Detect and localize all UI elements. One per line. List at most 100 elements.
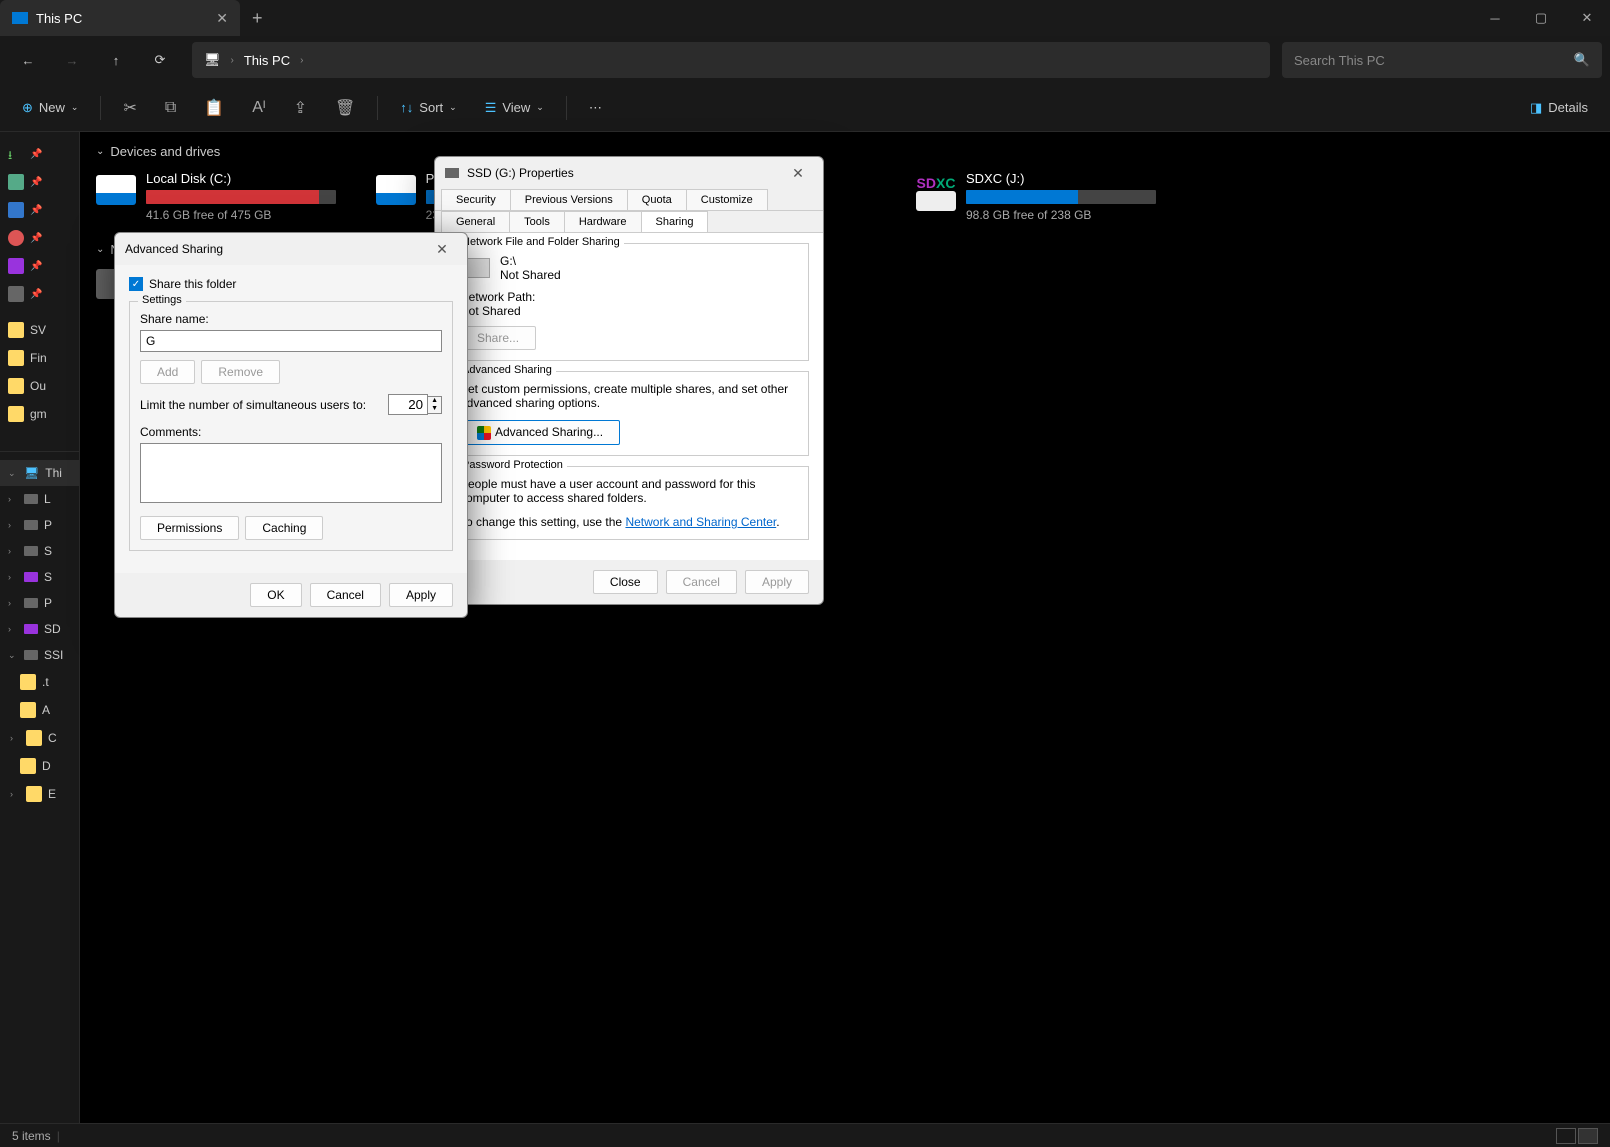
search-placeholder: Search This PC (1294, 53, 1385, 68)
sidebar-quick-item[interactable]: 📌 (0, 280, 79, 308)
sidebar-folder[interactable]: Ou (0, 372, 79, 400)
caching-button[interactable]: Caching (245, 516, 323, 540)
sidebar-drive[interactable]: ›P (0, 512, 79, 538)
sidebar-this-pc[interactable]: ⌄🖥Thi (0, 460, 79, 486)
sidebar-subfolder[interactable]: ›C (0, 724, 79, 752)
ok-button[interactable]: OK (250, 583, 301, 607)
tab-security[interactable]: Security (441, 189, 511, 210)
spinner-up[interactable]: ▲ (428, 397, 441, 405)
tab-sharing[interactable]: Sharing (641, 211, 709, 232)
sdxc-badge: SDXC (917, 175, 956, 191)
address-bar[interactable]: 🖥 › This PC › (192, 42, 1270, 78)
spinner-down[interactable]: ▼ (428, 405, 441, 413)
dialog-titlebar[interactable]: SSD (G:) Properties ✕ (435, 157, 823, 189)
close-dialog-button[interactable]: ✕ (783, 165, 813, 182)
sidebar-subfolder[interactable]: ›E (0, 780, 79, 808)
paste-button[interactable]: 📋 (194, 90, 234, 126)
add-button[interactable]: Add (140, 360, 195, 384)
sort-label: Sort (419, 100, 443, 115)
sidebar-drive[interactable]: ›L (0, 486, 79, 512)
limit-input[interactable] (388, 394, 428, 415)
cancel-button[interactable]: Cancel (666, 570, 737, 594)
advanced-sharing-fieldset: Advanced Sharing Set custom permissions,… (449, 371, 809, 456)
tiles-view-toggle[interactable] (1578, 1128, 1598, 1144)
sidebar-drive[interactable]: ›S (0, 538, 79, 564)
window-tab[interactable]: This PC ✕ (0, 0, 240, 36)
sidebar-label: SD (44, 622, 61, 636)
back-button[interactable]: ← (8, 42, 48, 78)
sidebar-quick-download[interactable]: ⭳📌 (0, 140, 79, 168)
sidebar-subfolder[interactable]: .t (0, 668, 79, 696)
sidebar-label: S (44, 544, 52, 558)
permissions-button[interactable]: Permissions (140, 516, 239, 540)
separator (566, 96, 567, 120)
user-limit-spinner[interactable]: ▲ ▼ (388, 394, 442, 415)
sidebar-folder[interactable]: gm (0, 400, 79, 428)
navigation-sidebar: ⭳📌 📌 📌 📌 📌 📌 SV Fin Ou gm ⌄🖥Thi ›L ›P ›S… (0, 132, 80, 1123)
drive-item[interactable]: SDXC SDXC (J:) 98.8 GB free of 238 GB (916, 171, 1156, 222)
tab-previous-versions[interactable]: Previous Versions (510, 189, 628, 210)
network-sharing-center-link[interactable]: Network and Sharing Center (625, 515, 776, 529)
sidebar-quick-documents[interactable]: 📌 (0, 168, 79, 196)
close-tab-icon[interactable]: ✕ (216, 10, 228, 27)
videos-icon (8, 258, 24, 274)
details-button[interactable]: ◨ Details (1520, 90, 1598, 126)
apply-button[interactable]: Apply (389, 583, 453, 607)
new-button[interactable]: ⊕ New ⌄ (12, 90, 88, 126)
sidebar-label: L (44, 492, 51, 506)
share-button[interactable]: Share... (460, 326, 536, 350)
refresh-button[interactable]: ⟳ (140, 42, 180, 78)
forward-button[interactable]: → (52, 42, 92, 78)
copy-button[interactable]: ⧉ (155, 90, 186, 126)
cut-icon: ✂ (123, 98, 136, 118)
chevron-right-icon: › (8, 598, 18, 608)
share-folder-checkbox[interactable]: ✓ Share this folder (129, 277, 453, 291)
folder-icon (8, 406, 24, 422)
delete-button[interactable]: 🗑 (325, 90, 365, 126)
tab-general[interactable]: General (441, 211, 510, 232)
more-button[interactable]: ⋯ (579, 90, 612, 126)
tab-customize[interactable]: Customize (686, 189, 768, 210)
dialog-titlebar[interactable]: Advanced Sharing ✕ (115, 233, 467, 265)
remove-button[interactable]: Remove (201, 360, 280, 384)
sidebar-quick-pictures[interactable]: 📌 (0, 196, 79, 224)
details-view-toggle[interactable] (1556, 1128, 1576, 1144)
sidebar-subfolder[interactable]: A (0, 696, 79, 724)
up-button[interactable]: ↑ (96, 42, 136, 78)
close-dialog-button[interactable]: ✕ (427, 241, 457, 258)
tab-tools[interactable]: Tools (509, 211, 565, 232)
sidebar-drive[interactable]: ›P (0, 590, 79, 616)
sidebar-quick-videos[interactable]: 📌 (0, 252, 79, 280)
apply-button[interactable]: Apply (745, 570, 809, 594)
maximize-button[interactable]: ▢ (1518, 0, 1564, 36)
minimize-button[interactable]: ─ (1472, 0, 1518, 36)
sidebar-quick-music[interactable]: 📌 (0, 224, 79, 252)
pin-icon: 📌 (30, 149, 42, 160)
sidebar-drive[interactable]: ⌄SSI (0, 642, 79, 668)
cancel-button[interactable]: Cancel (310, 583, 381, 607)
new-tab-button[interactable]: + (240, 8, 275, 29)
advanced-sharing-button[interactable]: Advanced Sharing... (460, 420, 620, 445)
search-input[interactable]: Search This PC 🔍 (1282, 42, 1602, 78)
share-button[interactable]: ⇪ (284, 90, 317, 126)
sidebar-folder[interactable]: SV (0, 316, 79, 344)
close-button[interactable]: Close (593, 570, 658, 594)
close-window-button[interactable]: ✕ (1564, 0, 1610, 36)
status-bar: 5 items | (0, 1123, 1610, 1147)
sidebar-drive[interactable]: ›SD (0, 616, 79, 642)
comments-label: Comments: (140, 425, 442, 439)
share-name-input[interactable] (140, 330, 442, 352)
chevron-down-icon: ⌄ (96, 244, 104, 255)
group-header-devices[interactable]: ⌄ Devices and drives (96, 144, 1594, 159)
comments-textarea[interactable] (140, 443, 442, 503)
drive-item[interactable]: Local Disk (C:) 41.6 GB free of 475 GB (96, 171, 336, 222)
sort-button[interactable]: ↑↓ Sort ⌄ (390, 90, 466, 126)
view-button[interactable]: ☰ View ⌄ (475, 90, 554, 126)
sidebar-drive[interactable]: ›S (0, 564, 79, 590)
sidebar-subfolder[interactable]: D (0, 752, 79, 780)
sidebar-folder[interactable]: Fin (0, 344, 79, 372)
tab-hardware[interactable]: Hardware (564, 211, 642, 232)
tab-quota[interactable]: Quota (627, 189, 687, 210)
cut-button[interactable]: ✂ (113, 90, 146, 126)
rename-button[interactable]: Aᴵ (242, 90, 275, 126)
